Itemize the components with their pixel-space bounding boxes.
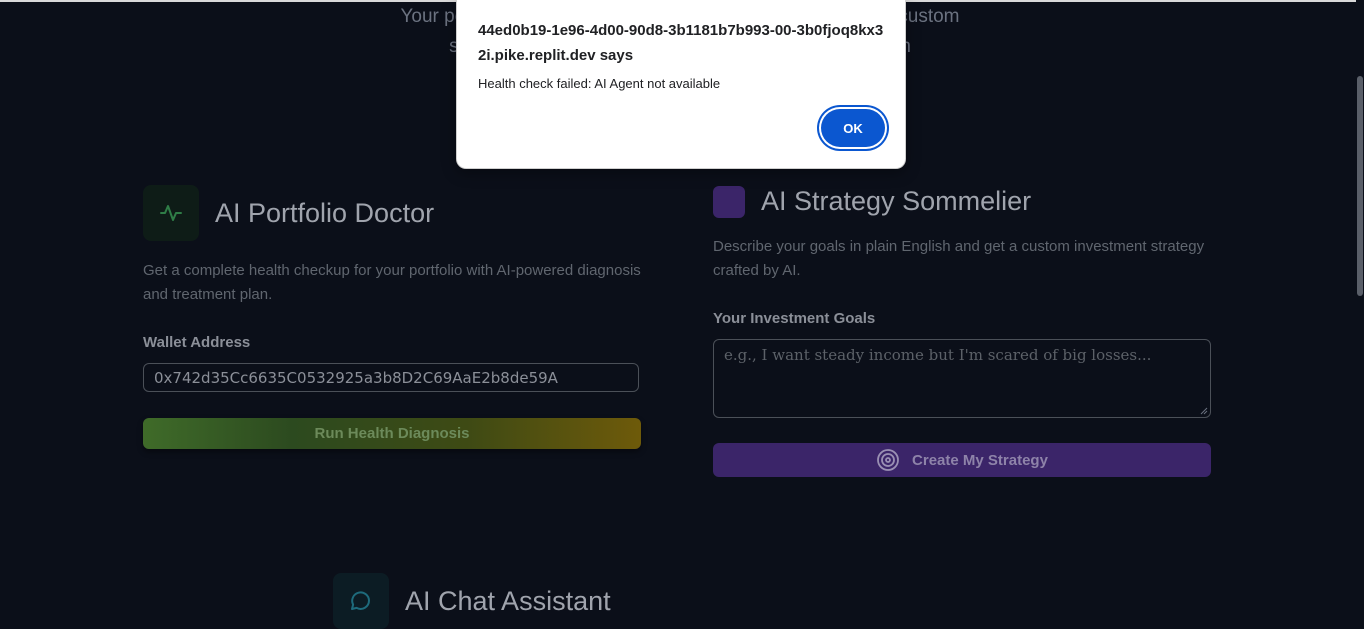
strategy-sommelier-description: Describe your goals in plain English and… bbox=[713, 238, 1205, 279]
create-my-strategy-button[interactable]: Create My Strategy bbox=[713, 443, 1211, 477]
investment-goals-label: Your Investment Goals bbox=[713, 310, 876, 327]
alert-dialog: 44ed0b19-1e96-4d00-90d8-3b1181b7b993-00-… bbox=[456, 0, 906, 169]
portfolio-doctor-title: AI Portfolio Doctor bbox=[215, 198, 435, 228]
strategy-sommelier-title: AI Strategy Sommelier bbox=[761, 186, 1032, 216]
scrollbar[interactable] bbox=[1356, 0, 1364, 628]
activity-pulse-icon bbox=[143, 185, 199, 241]
ok-button[interactable]: OK bbox=[821, 109, 885, 147]
chat-assistant-section: AI Chat Assistant bbox=[333, 573, 933, 629]
investment-goals-textarea[interactable]: e.g., I want steady income but I'm scare… bbox=[713, 339, 1211, 418]
wallet-address-input[interactable]: 0x742d35Cc6635C0532925a3b8D2C69AaE2b8de5… bbox=[143, 363, 639, 392]
portfolio-doctor-description: Get a complete health checkup for your p… bbox=[143, 262, 641, 303]
resize-grip-icon[interactable] bbox=[1200, 407, 1208, 415]
alert-dialog-title: 44ed0b19-1e96-4d00-90d8-3b1181b7b993-00-… bbox=[478, 22, 884, 64]
alert-dialog-message: Health check failed: AI Agent not availa… bbox=[478, 76, 721, 91]
target-icon bbox=[877, 449, 899, 471]
scrollbar-thumb[interactable] bbox=[1357, 76, 1363, 296]
wallet-address-label: Wallet Address bbox=[143, 334, 251, 351]
investment-goals-placeholder: e.g., I want steady income but I'm scare… bbox=[724, 346, 1152, 364]
create-my-strategy-label: Create My Strategy bbox=[912, 451, 1048, 469]
strategy-icon bbox=[713, 186, 745, 218]
chat-assistant-title: AI Chat Assistant bbox=[405, 586, 611, 616]
run-health-diagnosis-button[interactable]: Run Health Diagnosis bbox=[143, 418, 641, 449]
chat-bubble-icon bbox=[333, 573, 389, 629]
